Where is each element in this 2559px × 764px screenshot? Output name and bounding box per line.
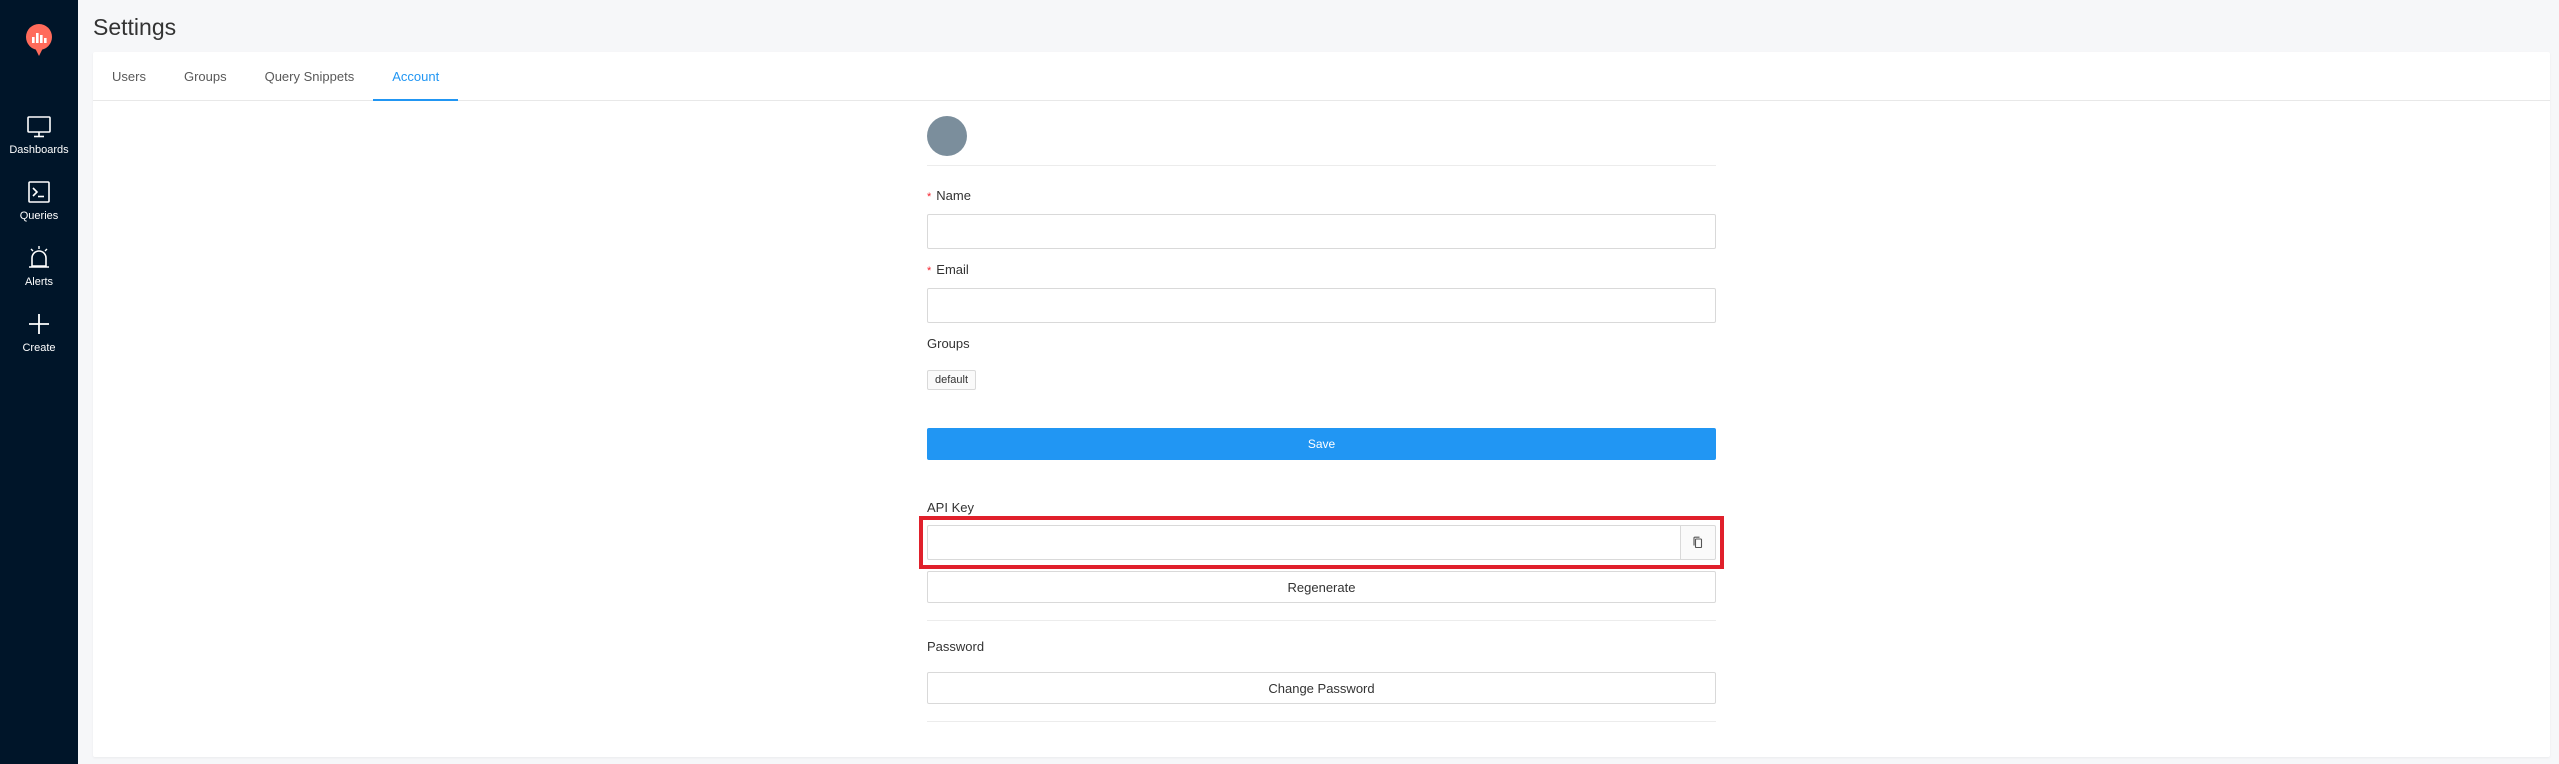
email-label: * Email — [927, 262, 969, 277]
api-key-input[interactable] — [927, 525, 1680, 560]
sidebar-item-label: Create — [22, 341, 56, 354]
sidebar-item-label: Dashboards — [9, 143, 69, 156]
change-password-button[interactable]: Change Password — [927, 672, 1716, 704]
group-tag-default: default — [927, 370, 977, 390]
email-input[interactable] — [927, 288, 1716, 323]
sidebar-item-label: Queries — [19, 209, 59, 222]
name-label-text: Name — [936, 188, 971, 203]
required-mark: * — [927, 191, 932, 203]
copy-api-key-button[interactable] — [1680, 525, 1716, 560]
save-button[interactable]: Save — [927, 428, 1716, 460]
terminal-icon — [28, 180, 50, 203]
tab-groups[interactable]: Groups — [165, 52, 246, 100]
redash-logo-icon[interactable] — [19, 18, 59, 62]
divider — [927, 620, 1716, 621]
name-label: * Name — [927, 188, 971, 203]
groups-label: Groups — [927, 336, 970, 351]
account-form: * Name * Email Groups default Save API Key… — [919, 52, 1724, 757]
tab-users[interactable]: Users — [112, 52, 165, 100]
divider — [927, 721, 1716, 722]
regenerate-button[interactable]: Regenerate — [927, 571, 1716, 603]
password-label: Password — [927, 639, 985, 654]
page-title: Settings — [93, 14, 177, 40]
tab-account[interactable]: Account — [373, 52, 459, 101]
tab-query-snippets[interactable]: Query Snippets — [246, 52, 374, 100]
sidebar-item-alerts[interactable]: Alerts — [0, 232, 78, 298]
api-key-input-group — [927, 525, 1716, 560]
divider — [927, 165, 1716, 166]
sidebar-item-dashboards[interactable]: Dashboards — [0, 100, 78, 166]
monitor-icon — [27, 115, 51, 137]
name-input[interactable] — [927, 214, 1716, 249]
api-key-label: API Key — [927, 500, 974, 515]
sidebar-item-queries[interactable]: Queries — [0, 166, 78, 232]
required-mark: * — [927, 265, 932, 277]
avatar — [927, 116, 967, 156]
sidebar-item-label: Alerts — [24, 275, 54, 288]
alarm-bell-icon — [29, 245, 49, 268]
email-label-text: Email — [936, 262, 969, 277]
plus-icon — [29, 313, 49, 334]
sidebar-item-create[interactable]: Create — [0, 298, 78, 364]
copy-icon — [1693, 536, 1703, 549]
sidebar: Dashboards Queries Alerts Create — [0, 0, 78, 764]
settings-card: Users Groups Query Snippets Account * Nam… — [93, 52, 2550, 757]
